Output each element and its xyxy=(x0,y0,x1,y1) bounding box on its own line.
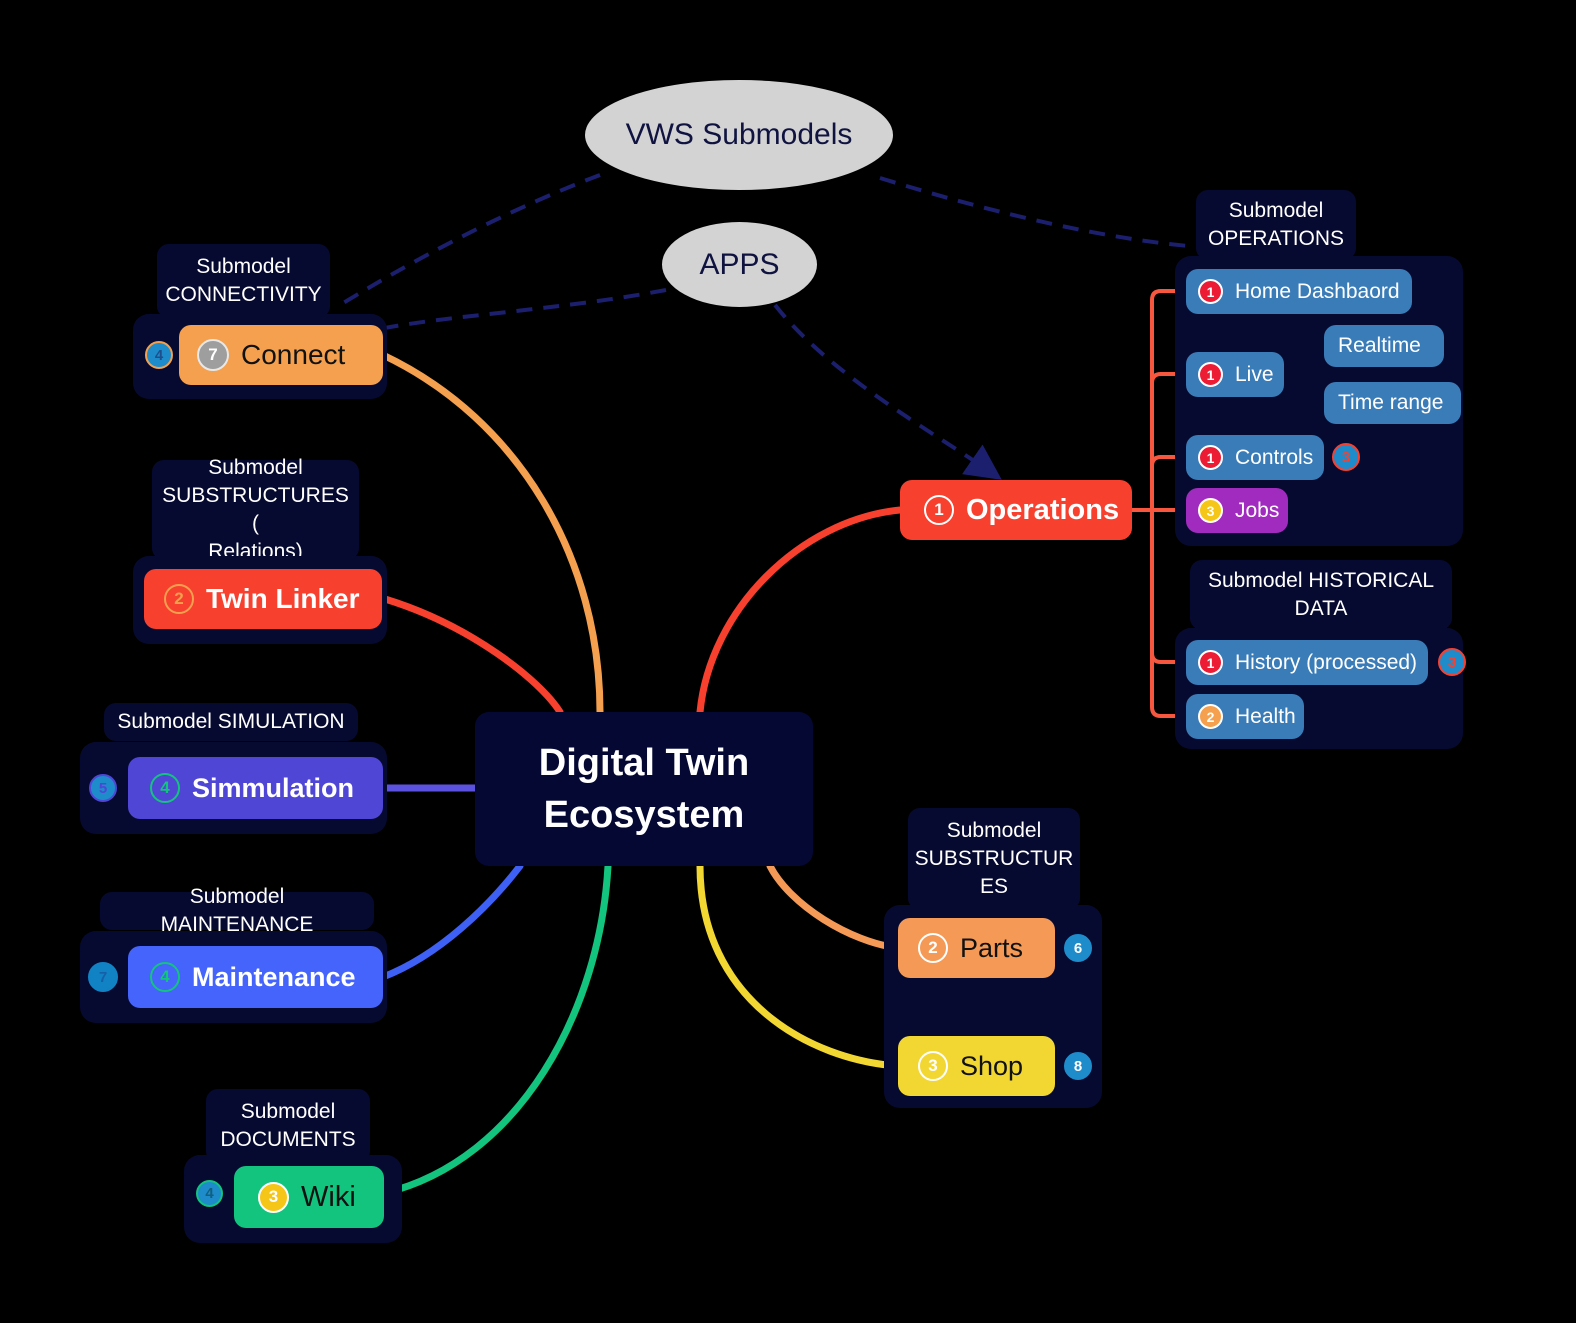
group-label-connectivity-line1: Submodel xyxy=(196,255,291,278)
mindmap-canvas: VWS Submodels APPS Submodel CONNECTIVITY… xyxy=(0,0,1576,1323)
group-label-historical-data-line2: DATA xyxy=(1294,597,1348,620)
node-shop-label: Shop xyxy=(960,1050,1024,1081)
edge-vws-to-operations-group xyxy=(879,176,1201,249)
node-twin-linker[interactable]: 2 Twin Linker xyxy=(144,569,382,629)
group-label-documents: Submodel DOCUMENTS xyxy=(206,1089,370,1163)
group-label-substructures-line2: SUBSTRUCTUR xyxy=(914,847,1074,870)
node-twin-linker-badge: 2 xyxy=(164,584,194,614)
node-controls-badge: 1 xyxy=(1198,445,1223,470)
node-time-range-label: Time range xyxy=(1338,391,1444,414)
node-health-label: Health xyxy=(1235,704,1296,728)
node-home-dashbaord-badge: 1 xyxy=(1198,279,1223,304)
node-twin-linker-label: Twin Linker xyxy=(206,583,360,614)
node-controls-side-badge[interactable]: 3 xyxy=(1332,443,1360,471)
group-label-operations-line2: OPERATIONS xyxy=(1207,227,1345,250)
node-history-processed[interactable]: 1 History (processed) xyxy=(1186,640,1428,685)
edge-center-to-maintenance xyxy=(379,862,524,981)
edge-vws-to-connect xyxy=(338,173,601,307)
node-jobs-label: Jobs xyxy=(1235,498,1280,522)
group-label-substructures-relations-line2: SUBSTRUCTURES ( xyxy=(162,484,349,535)
group-label-maintenance: Submodel MAINTENANCE xyxy=(100,885,374,936)
node-parts-side-badge[interactable]: 6 xyxy=(1064,934,1092,962)
group-label-connectivity: Submodel CONNECTIVITY xyxy=(157,244,330,318)
ellipse-vws-submodels[interactable]: VWS Submodels xyxy=(585,80,893,190)
node-live-label: Live xyxy=(1235,362,1274,386)
node-live-badge: 1 xyxy=(1198,362,1223,387)
node-parts[interactable]: 2 Parts xyxy=(898,918,1055,978)
node-center-digital-twin-ecosystem[interactable]: Digital Twin Ecosystem xyxy=(475,712,813,866)
group-label-substructures-line3: ES xyxy=(979,875,1008,898)
node-live[interactable]: 1 Live xyxy=(1186,352,1284,397)
node-shop[interactable]: 3 Shop xyxy=(898,1036,1055,1096)
group-label-substructures-line1: Submodel xyxy=(946,819,1042,842)
ellipse-vws-submodels-label: VWS Submodels xyxy=(625,118,853,151)
node-connect-label: Connect xyxy=(241,339,346,370)
edge-apps-to-connect xyxy=(374,288,667,332)
group-label-substructures: Submodel SUBSTRUCTUR ES xyxy=(908,808,1080,910)
node-operations-badge: 1 xyxy=(924,495,954,525)
node-wiki-badge: 3 xyxy=(258,1181,289,1213)
node-parts-badge: 2 xyxy=(918,933,948,963)
node-realtime-label: Realtime xyxy=(1338,334,1421,357)
node-history-processed-label: History (processed) xyxy=(1235,650,1418,674)
edge-center-to-twin-linker xyxy=(381,595,564,716)
node-wiki[interactable]: 3 Wiki xyxy=(234,1166,384,1228)
edge-center-to-wiki xyxy=(381,862,612,1197)
node-health[interactable]: 2 Health xyxy=(1186,694,1304,739)
edge-center-to-connect xyxy=(379,351,604,716)
node-parts-label: Parts xyxy=(960,932,1024,963)
edge-center-to-operations xyxy=(696,506,904,716)
node-jobs-badge: 3 xyxy=(1198,498,1223,523)
node-simmulation-side-badge[interactable]: 5 xyxy=(89,774,117,802)
group-label-connectivity-line2: CONNECTIVITY xyxy=(165,283,322,306)
group-label-historical-data: Submodel HISTORICAL DATA xyxy=(1190,560,1452,630)
node-controls[interactable]: 1 Controls xyxy=(1186,435,1324,480)
node-shop-badge: 3 xyxy=(918,1051,948,1081)
group-label-documents-line1: Submodel xyxy=(240,1100,336,1123)
node-maintenance-side-badge[interactable]: 7 xyxy=(88,962,118,992)
edge-apps-to-operations xyxy=(773,303,1002,480)
node-connect-badge: 7 xyxy=(197,339,229,371)
group-label-documents-line2: DOCUMENTS xyxy=(220,1128,356,1151)
edge-center-to-parts xyxy=(766,862,902,952)
node-shop-side-badge[interactable]: 8 xyxy=(1064,1052,1092,1080)
node-history-processed-badge: 1 xyxy=(1198,650,1223,675)
node-maintenance-badge: 4 xyxy=(150,962,180,992)
node-realtime[interactable]: Realtime xyxy=(1324,325,1444,367)
edge-center-to-shop xyxy=(696,862,902,1070)
node-connect[interactable]: 7 Connect xyxy=(179,325,383,385)
node-maintenance[interactable]: 4 Maintenance xyxy=(128,946,383,1008)
node-simmulation[interactable]: 4 Simmulation xyxy=(128,757,383,819)
node-simmulation-label: Simmulation xyxy=(192,772,355,803)
ellipse-apps[interactable]: APPS xyxy=(662,222,817,307)
node-maintenance-label: Maintenance xyxy=(192,961,356,992)
center-label: Digital Twin Ecosystem xyxy=(538,742,750,836)
group-label-simulation: Submodel SIMULATION xyxy=(104,703,358,741)
node-simmulation-badge: 4 xyxy=(150,773,180,803)
group-label-substructures-relations-line1: Submodel xyxy=(208,456,303,479)
node-wiki-side-badge[interactable]: 4 xyxy=(196,1180,223,1207)
node-controls-label: Controls xyxy=(1235,445,1314,469)
node-time-range[interactable]: Time range xyxy=(1324,382,1461,424)
node-health-badge: 2 xyxy=(1198,704,1223,729)
node-connect-side-badge[interactable]: 4 xyxy=(145,341,173,369)
node-jobs[interactable]: 3 Jobs xyxy=(1186,488,1288,533)
group-label-simulation-line1: Submodel SIMULATION xyxy=(117,710,345,733)
node-home-dashbaord[interactable]: 1 Home Dashbaord xyxy=(1186,269,1412,314)
group-label-substructures-relations: Submodel SUBSTRUCTURES ( Relations) xyxy=(152,456,359,563)
node-operations-label: Operations xyxy=(966,493,1120,526)
group-label-historical-data-line1: Submodel HISTORICAL xyxy=(1207,569,1435,592)
ellipse-apps-label: APPS xyxy=(699,247,780,281)
node-operations[interactable]: 1 Operations xyxy=(900,480,1132,540)
node-history-processed-side-badge[interactable]: 3 xyxy=(1438,648,1466,676)
group-label-operations-line1: Submodel xyxy=(1228,199,1324,222)
node-home-dashbaord-label: Home Dashbaord xyxy=(1235,279,1400,303)
node-wiki-label: Wiki xyxy=(301,1180,356,1213)
group-label-operations: Submodel OPERATIONS xyxy=(1196,190,1356,260)
